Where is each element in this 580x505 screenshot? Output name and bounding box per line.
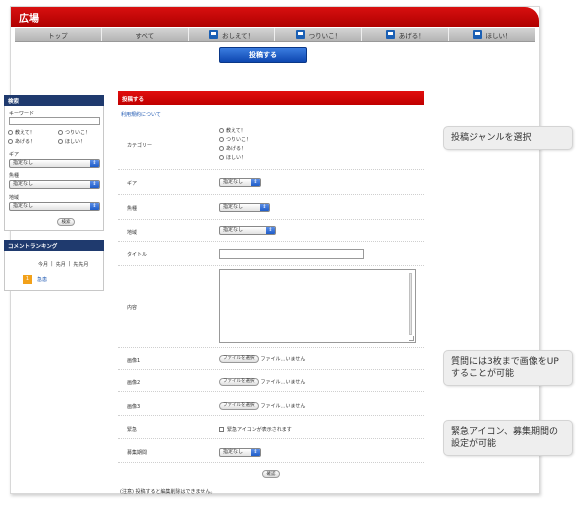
site-title: 広場 <box>19 14 39 25</box>
ranking-separator: | <box>51 261 53 267</box>
form-gear-select[interactable]: 指定なし ⇕ <box>219 178 261 187</box>
category-radio-tsuriiko[interactable]: つりいこ！ <box>219 136 251 143</box>
image2-file-button[interactable]: ファイルを選択 <box>219 378 259 386</box>
tab-tsuriiko[interactable]: つりいこ！ <box>275 28 363 41</box>
site-header: 広場 <box>11 7 539 27</box>
image1-file: ファイルを選択 ファイル…いません <box>219 355 305 363</box>
image3-label: 画像3 <box>127 404 141 410</box>
select-arrow-icon: ⇕ <box>251 449 260 456</box>
radio-icon <box>58 139 63 144</box>
fish-label: 魚種 <box>9 173 20 179</box>
image1-file-status: ファイル…いません <box>260 356 306 363</box>
keyword-input[interactable] <box>9 117 100 125</box>
form-fish-label: 魚種 <box>127 206 138 212</box>
form-title-label: タイトル <box>127 252 148 258</box>
period-select[interactable]: 指定なし ⇕ <box>219 448 261 457</box>
gear-label: ギア <box>9 152 20 158</box>
ranking-period-last-month[interactable]: 先月 <box>56 261 66 268</box>
select-arrow-icon: ⇕ <box>90 181 99 188</box>
select-arrow-icon: ⇕ <box>90 160 99 167</box>
select-arrow-icon: ⇕ <box>251 179 260 186</box>
tab-ageru[interactable]: あげる！ <box>362 28 450 41</box>
gear-select[interactable]: 指定なし ⇕ <box>9 159 100 168</box>
category-radio-oshiete[interactable]: 教えて！ <box>219 127 251 134</box>
image3-file-button[interactable]: ファイルを選択 <box>219 402 259 410</box>
category-radio-hoshii[interactable]: ほしい！ <box>219 154 251 161</box>
area-label: 地域 <box>9 195 20 201</box>
ranking-panel <box>4 251 104 291</box>
content-textarea[interactable] <box>219 269 416 343</box>
image2-file-status: ファイル…いません <box>260 379 306 386</box>
ranking-period-this-month[interactable]: 今月 <box>38 261 48 268</box>
callout-images: 質問には3枚まで画像をUPすることが可能 <box>443 350 573 386</box>
radio-oshiete[interactable]: 教えて！ <box>8 129 35 136</box>
terms-link[interactable]: 利用規約について <box>121 111 161 118</box>
select-arrow-icon: ⇕ <box>266 227 275 234</box>
form-area-select[interactable]: 指定なし ⇕ <box>219 226 276 235</box>
category-radio-ageru[interactable]: あげる！ <box>219 145 251 152</box>
form-area-label: 地域 <box>127 230 138 236</box>
post-note: (注意) 投稿すると編集削除はできません。 <box>120 489 216 495</box>
radio-icon <box>8 130 13 135</box>
radio-tsuriiko[interactable]: つりいこ！ <box>58 129 90 136</box>
form-title: 投稿する <box>118 91 424 105</box>
radio-ageru[interactable]: あげる！ <box>8 138 35 145</box>
radio-icon <box>219 146 224 151</box>
radio-icon <box>219 137 224 142</box>
category-icon <box>208 30 218 39</box>
search-button[interactable]: 検索 <box>57 218 75 226</box>
tab-hoshii[interactable]: ほしい！ <box>449 28 535 41</box>
ranking-panel-title: コメントランキング <box>4 240 104 251</box>
urgent-field: 緊急アイコンが表示されます <box>219 426 292 433</box>
category-icon <box>472 30 482 39</box>
image3-file: ファイルを選択 ファイル…いません <box>219 402 305 410</box>
main-nav: トップ すべて おしえて！ つりいこ！ あげる！ ほしい！ <box>15 28 535 42</box>
ranking-period-two-months-ago[interactable]: 先先月 <box>73 261 88 268</box>
radio-hoshii[interactable]: ほしい！ <box>58 138 85 145</box>
urgent-checkbox[interactable] <box>219 427 224 432</box>
category-icon <box>385 30 395 39</box>
confirm-button[interactable]: 確認 <box>262 470 280 478</box>
image3-file-status: ファイル…いません <box>260 403 306 410</box>
category-icon <box>295 30 305 39</box>
area-select[interactable]: 指定なし ⇕ <box>9 202 100 211</box>
ranking-item-link[interactable]: 急患 <box>37 276 47 283</box>
fish-select[interactable]: 指定なし ⇕ <box>9 180 100 189</box>
image1-label: 画像1 <box>127 358 141 364</box>
ranking-periods: 今月 | 先月 | 先先月 <box>38 261 88 268</box>
select-arrow-icon: ⇕ <box>260 204 269 211</box>
tab-all[interactable]: すべて <box>102 28 189 41</box>
radio-icon <box>58 130 63 135</box>
post-button[interactable]: 投稿する <box>219 47 307 63</box>
search-panel-title: 検索 <box>4 95 104 106</box>
title-input[interactable] <box>219 249 364 259</box>
keyword-label: キーワード <box>9 111 35 117</box>
callout-genre: 投稿ジャンルを選択 <box>443 126 573 150</box>
image2-label: 画像2 <box>127 380 141 386</box>
fish-row: 魚種 <box>118 195 424 220</box>
gear-row: ギア <box>118 170 424 195</box>
callout-urgent: 緊急アイコン、募集期間の設定が可能 <box>443 420 573 456</box>
textarea-scrollbar[interactable] <box>409 273 412 335</box>
category-row: カテゴリー 教えて！ つりいこ！ あげる！ ほしい！ <box>118 120 424 170</box>
form-content-label: 内容 <box>127 305 138 311</box>
form-gear-label: ギア <box>127 181 138 187</box>
rank-badge: 1 <box>23 275 32 284</box>
category-label: カテゴリー <box>127 143 153 149</box>
urgent-label: 緊急 <box>127 427 138 433</box>
ranking-separator: | <box>68 261 71 267</box>
period-row: 募集期間 <box>118 439 424 463</box>
select-arrow-icon: ⇕ <box>90 203 99 210</box>
radio-icon <box>219 155 224 160</box>
period-label: 募集期間 <box>127 450 148 456</box>
form-fish-select[interactable]: 指定なし ⇕ <box>219 203 270 212</box>
image1-file-button[interactable]: ファイルを選択 <box>219 355 259 363</box>
tab-top[interactable]: トップ <box>15 28 102 41</box>
radio-icon <box>8 139 13 144</box>
radio-icon <box>219 128 224 133</box>
image2-file: ファイルを選択 ファイル…いません <box>219 378 305 386</box>
tab-oshiete[interactable]: おしえて！ <box>189 28 276 41</box>
urgent-text: 緊急アイコンが表示されます <box>227 427 292 433</box>
